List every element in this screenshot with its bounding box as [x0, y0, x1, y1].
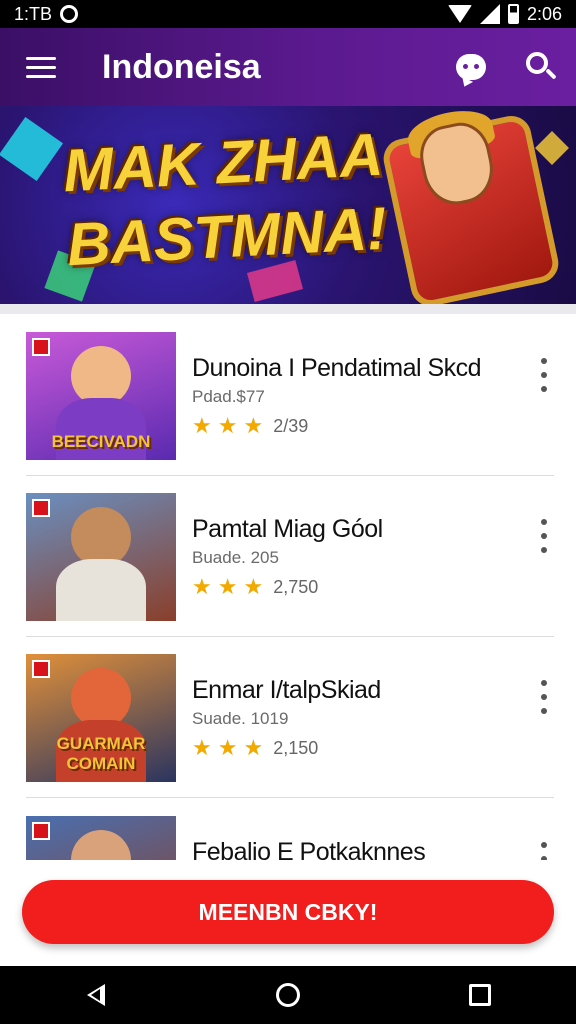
banner-character-chest: [379, 106, 563, 304]
status-time-left: 1:TB: [14, 3, 53, 24]
game-title: Febalio E Potkaknnes: [192, 838, 426, 860]
hero-banner[interactable]: MAK ZHAA BASTMNA!: [0, 106, 576, 304]
navigation-bar: [0, 966, 576, 1024]
game-subtitle: Pdad.$77: [192, 387, 265, 406]
recents-icon: [469, 984, 491, 1006]
game-title: Pamtal Miag Góol: [192, 515, 383, 543]
star-icon: ★: [192, 413, 212, 438]
chat-icon: [456, 54, 486, 80]
game-list: BEECIVADN Dunoina I Pendatimal Skcd Pdad…: [0, 314, 576, 860]
rating-count: 2,750: [273, 576, 319, 597]
recents-button[interactable]: [440, 966, 520, 1024]
list-item[interactable]: Febalio E Potkaknnes: [0, 798, 576, 860]
star-icon: ★: [217, 735, 238, 760]
thumbnail-character: [71, 668, 131, 728]
home-icon: [276, 983, 300, 1007]
battery-icon: [507, 4, 519, 24]
wifi-icon: [447, 5, 472, 23]
thumbnail-caption: BEECIVADN: [51, 432, 151, 451]
game-thumbnail: GUARMAR COMAIN: [26, 654, 176, 782]
cta-button[interactable]: MEENBN CBKY!: [22, 880, 554, 944]
app-title: Indoneisa: [102, 47, 261, 86]
signal-icon: [479, 4, 500, 24]
banner-headline: MAK ZHAA BASTMNA!: [56, 117, 393, 282]
game-info: Febalio E Potkaknnes: [192, 838, 502, 860]
status-bar: 1:TB 2:06: [0, 0, 576, 28]
game-info: Enmar I/talpSkiad Suade. 1019 ★ ★ ★ 2,15…: [192, 676, 502, 761]
star-icon: ★: [192, 735, 212, 760]
back-icon: [87, 984, 105, 1006]
status-time-right: 2:06: [526, 3, 562, 24]
crystal-shard-decoration: [0, 116, 64, 182]
rating-count: 2,150: [273, 737, 319, 758]
thumbnail-character: [71, 830, 131, 860]
star-icon: ★: [217, 413, 238, 438]
game-title: Dunoina I Pendatimal Skcd: [192, 354, 482, 382]
status-left: 1:TB: [14, 3, 79, 25]
section-divider: [0, 304, 576, 314]
thumbnail-caption: GUARMAR COMAIN: [56, 734, 146, 773]
game-info: Dunoina I Pendatimal Skcd Pdad.$77 ★ ★ ★…: [192, 354, 502, 439]
rating-count: 2/39: [273, 415, 309, 436]
list-item[interactable]: GUARMAR COMAIN Enmar I/talpSkiad Suade. …: [0, 636, 576, 796]
thumbnail-badge-icon: [32, 660, 50, 678]
game-info: Pamtal Miag Góol Buade. 205 ★ ★ ★ 2,750: [192, 515, 502, 600]
game-subtitle: Buade. 205: [192, 548, 279, 567]
game-subtitle: Suade. 1019: [192, 709, 289, 728]
thumbnail-badge-icon: [32, 338, 50, 356]
hamburger-menu-icon[interactable]: [0, 28, 82, 106]
game-thumbnail: [26, 816, 176, 860]
thumbnail-character: [71, 507, 131, 567]
thumbnail-character: [71, 346, 131, 406]
more-options-icon[interactable]: [532, 358, 556, 392]
rating-row: ★ ★ ★ 2,750: [192, 574, 502, 600]
game-thumbnail: BEECIVADN: [26, 332, 176, 460]
list-item[interactable]: BEECIVADN Dunoina I Pendatimal Skcd Pdad…: [0, 314, 576, 474]
star-icon: ★: [192, 574, 212, 599]
star-icon: ★: [217, 574, 238, 599]
star-icon: ★: [243, 413, 264, 438]
list-item[interactable]: Pamtal Miag Góol Buade. 205 ★ ★ ★ 2,750: [0, 475, 576, 635]
search-icon: [526, 52, 557, 82]
more-options-icon[interactable]: [532, 519, 556, 553]
thumbnail-badge-icon: [32, 822, 50, 840]
more-options-icon[interactable]: [532, 680, 556, 714]
back-button[interactable]: [56, 966, 136, 1024]
app-bar: Indoneisa: [0, 28, 576, 106]
status-right: 2:06: [447, 3, 562, 25]
chat-button[interactable]: [436, 28, 506, 106]
rating-row: ★ ★ ★ 2/39: [192, 413, 502, 439]
crystal-shard-decoration: [535, 131, 569, 165]
thumbnail-character-body: [56, 559, 146, 621]
cta-area: MEENBN CBKY!: [0, 860, 576, 966]
search-button[interactable]: [506, 28, 576, 106]
more-options-icon[interactable]: [532, 842, 556, 860]
star-icon: ★: [243, 735, 264, 760]
thumbnail-badge-icon: [32, 499, 50, 517]
star-icon: ★: [243, 574, 264, 599]
banner-headline-line2: BASTMNA!: [65, 194, 389, 279]
game-thumbnail: [26, 493, 176, 621]
notification-ring-icon: [60, 5, 79, 23]
game-title: Enmar I/talpSkiad: [192, 676, 381, 704]
home-button[interactable]: [248, 966, 328, 1024]
rating-row: ★ ★ ★ 2,150: [192, 735, 502, 761]
